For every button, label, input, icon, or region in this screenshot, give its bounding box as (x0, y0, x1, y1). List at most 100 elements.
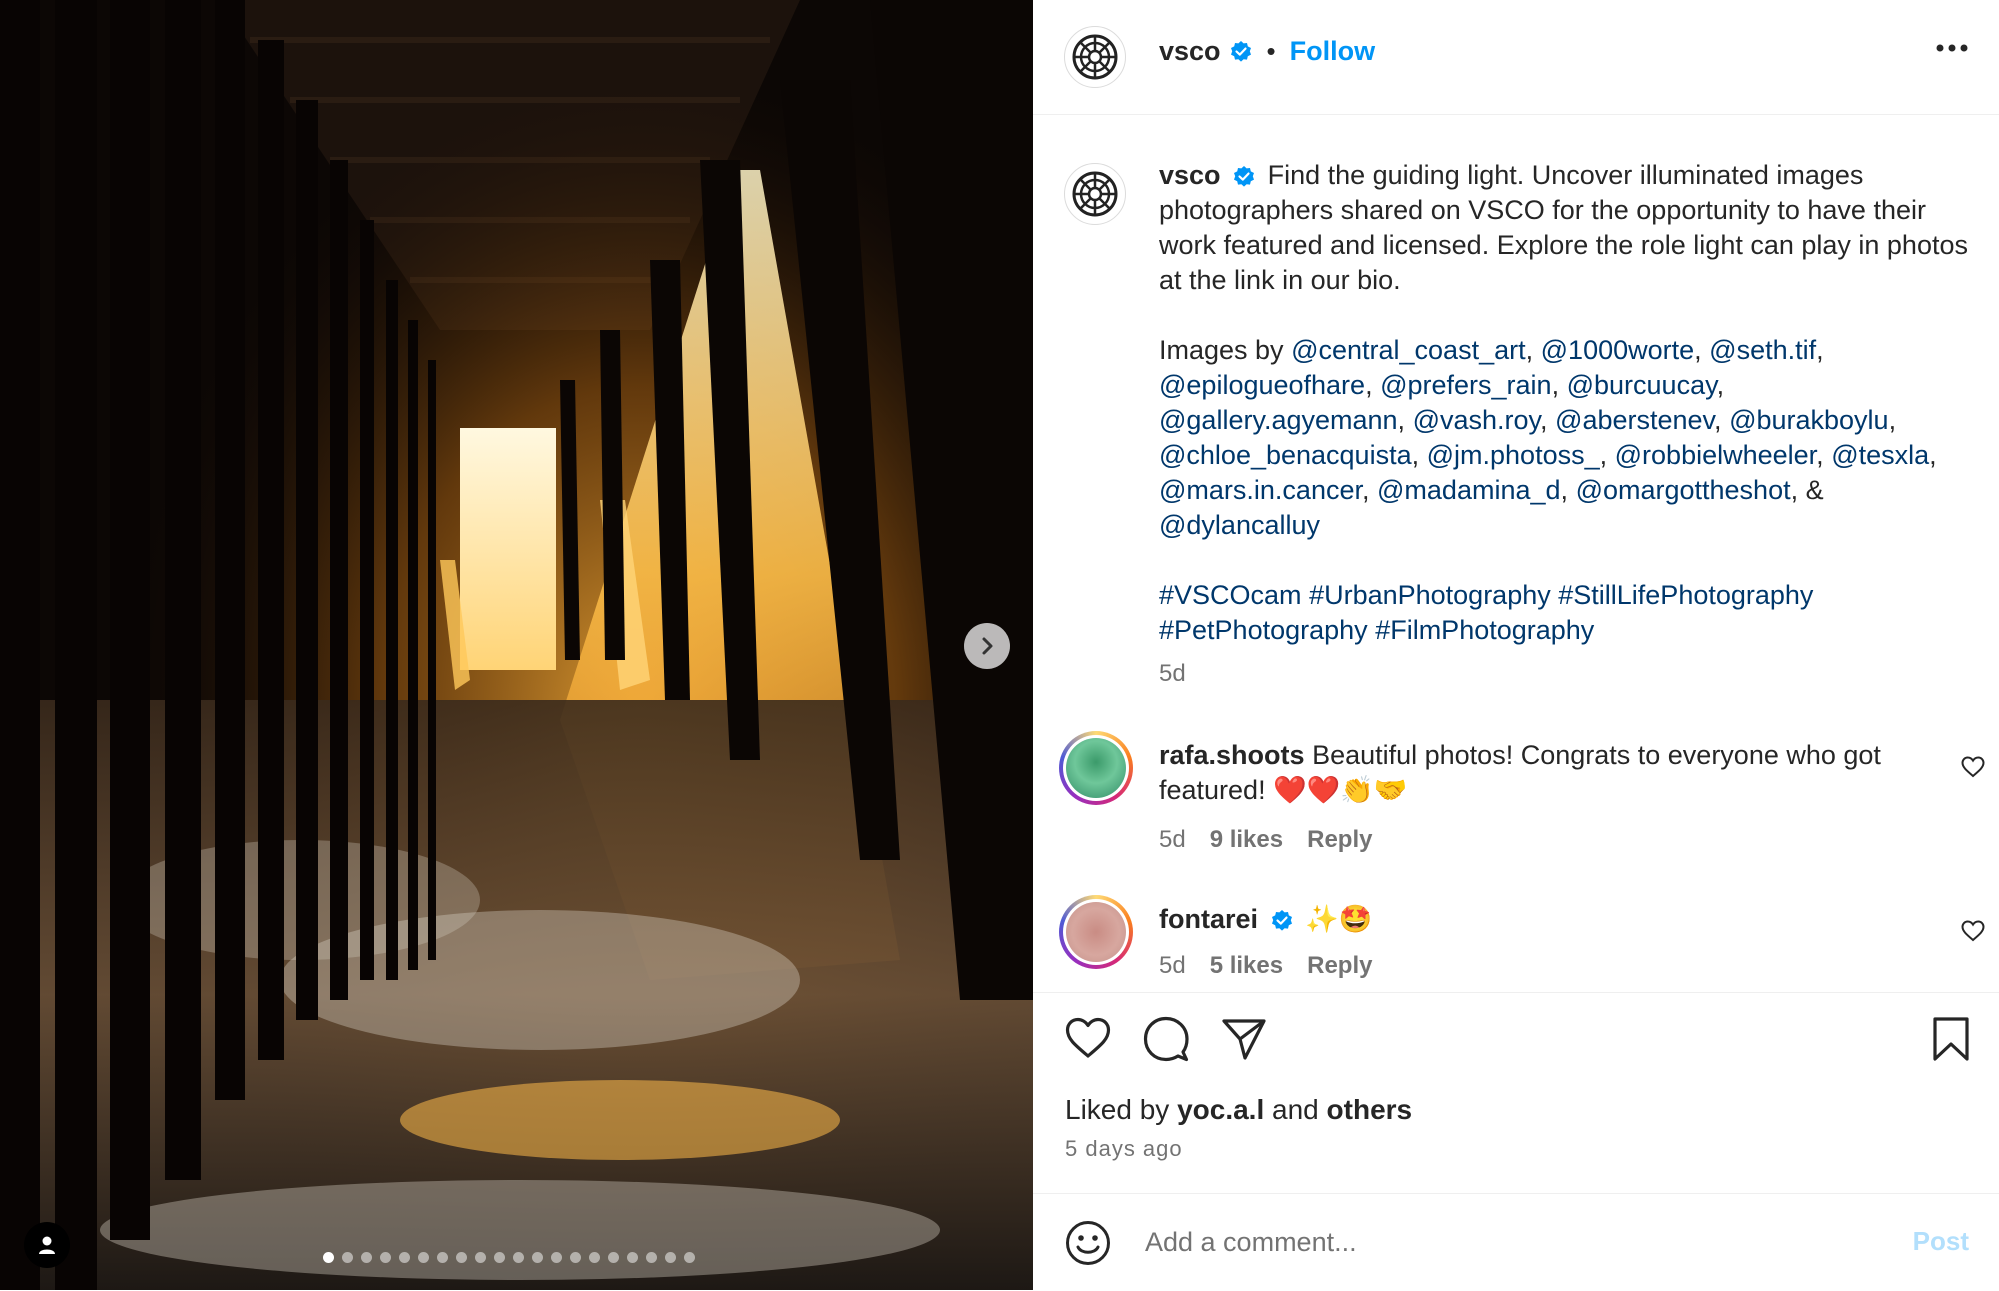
carousel-dot (570, 1252, 581, 1263)
carousel-dot (323, 1252, 334, 1263)
mention-link[interactable]: @burakboylu (1729, 405, 1889, 435)
mention-link[interactable]: @vash.roy (1413, 405, 1540, 435)
author-username[interactable]: vsco (1159, 36, 1221, 67)
mention-link[interactable]: @chloe_benacquista (1159, 440, 1412, 470)
more-icon (1936, 44, 1968, 52)
carousel-dot (551, 1252, 562, 1263)
carousel-dot (380, 1252, 391, 1263)
mention-link[interactable]: @tesxla (1831, 440, 1929, 470)
mention-link[interactable]: @1000worte (1541, 335, 1695, 365)
post-comment-button[interactable]: Post (1913, 1226, 1969, 1257)
comment-likes[interactable]: 5 likes (1210, 952, 1283, 980)
liked-by: Liked by yoc.a.l and others (1065, 1094, 1412, 1126)
carousel-dot (456, 1252, 467, 1263)
reply-button[interactable]: Reply (1307, 952, 1372, 980)
comment-likes[interactable]: 9 likes (1210, 826, 1283, 854)
carousel-dot (513, 1252, 524, 1263)
comment-avatar[interactable] (1059, 731, 1133, 805)
comment-button[interactable] (1143, 1016, 1189, 1067)
hashtag-link[interactable]: #FilmPhotography (1375, 615, 1594, 645)
carousel-dot (494, 1252, 505, 1263)
mention-link[interactable]: @dylancalluy (1159, 510, 1320, 540)
mention-link[interactable]: @epilogueofhare (1159, 370, 1365, 400)
more-options-button[interactable] (1935, 40, 1969, 58)
mention-link[interactable]: @robbielwheeler (1615, 440, 1817, 470)
user-tag-button[interactable] (24, 1222, 70, 1268)
liked-by-user[interactable]: yoc.a.l (1177, 1094, 1264, 1125)
carousel-dot (361, 1252, 372, 1263)
verified-icon (1230, 40, 1251, 62)
mention-link[interactable]: @madamina_d (1377, 475, 1561, 505)
post-caption: vsco Find the guiding light. Uncover ill… (1159, 158, 1969, 691)
liked-by-conj: and (1272, 1094, 1319, 1125)
like-comment-button[interactable] (1961, 756, 1985, 783)
comment-body: ✨🤩 (1305, 904, 1373, 934)
mention-link[interactable]: @jm.photoss_ (1427, 440, 1600, 470)
share-icon (1222, 1019, 1266, 1060)
mention-link[interactable]: @seth.tif (1709, 335, 1816, 365)
follow-button[interactable]: Follow (1290, 36, 1375, 67)
carousel-dot (342, 1252, 353, 1263)
share-button[interactable] (1221, 1016, 1267, 1067)
emoji-button[interactable] (1065, 1220, 1111, 1271)
comment-meta: 5d 9 likes Reply (1159, 826, 1372, 854)
caption-avatar[interactable] (1064, 163, 1126, 225)
hashtag-link[interactable]: #VSCOcam (1159, 580, 1302, 610)
heart-icon (1961, 920, 1985, 942)
vsco-logo-icon (1072, 171, 1118, 217)
comment-age: 5d (1159, 826, 1186, 853)
pier-sunset-image (0, 0, 1033, 1290)
comment-icon (1143, 1016, 1189, 1062)
comment-username[interactable]: fontarei (1159, 904, 1258, 934)
hashtag-list: #VSCOcam #UrbanPhotography #StillLifePho… (1159, 578, 1969, 648)
post-photo[interactable] (0, 0, 1033, 1290)
avatar (1066, 902, 1126, 962)
emoji-icon (1066, 1221, 1110, 1265)
save-button[interactable] (1931, 1016, 1971, 1067)
reply-button[interactable]: Reply (1307, 826, 1372, 854)
mention-link[interactable]: @prefers_rain (1380, 370, 1551, 400)
header-separator: • (1266, 36, 1276, 66)
comment-avatar[interactable] (1059, 895, 1133, 969)
carousel-dot (475, 1252, 486, 1263)
add-comment-bar: Post (1033, 1193, 1999, 1291)
image-credits: Images by @central_coast_art, @1000worte… (1159, 335, 1937, 540)
avatar (1066, 738, 1126, 798)
liked-by-prefix: Liked by (1065, 1094, 1170, 1125)
like-comment-button[interactable] (1961, 920, 1985, 947)
comment-meta: 5d 5 likes Reply (1159, 952, 1372, 980)
liked-by-others[interactable]: others (1327, 1094, 1413, 1125)
heart-icon (1065, 1017, 1111, 1058)
caption-username[interactable]: vsco (1159, 160, 1221, 190)
heart-icon (1961, 756, 1985, 778)
chevron-right-icon (982, 637, 993, 655)
mention-link[interactable]: @central_coast_art (1291, 335, 1526, 365)
ampersand: & (1805, 475, 1824, 505)
mention-link[interactable]: @gallery.agyemann (1159, 405, 1398, 435)
carousel-dot (665, 1252, 676, 1263)
like-button[interactable] (1065, 1017, 1111, 1064)
caption-age: 5d (1159, 660, 1186, 687)
hashtag-link[interactable]: #PetPhotography (1159, 615, 1368, 645)
comment-username[interactable]: rafa.shoots (1159, 740, 1305, 770)
hashtag-link[interactable]: #UrbanPhotography (1309, 580, 1551, 610)
carousel-dot (646, 1252, 657, 1263)
carousel-indicator (323, 1252, 695, 1263)
mention-link[interactable]: @aberstenev (1555, 405, 1714, 435)
carousel-dot (437, 1252, 448, 1263)
mention-link[interactable]: @omargottheshot (1576, 475, 1791, 505)
next-slide-button[interactable] (964, 623, 1010, 669)
avatar[interactable] (1064, 26, 1126, 88)
mention-link[interactable]: @mars.in.cancer (1159, 475, 1362, 505)
post-header: vsco • Follow (1033, 0, 1999, 115)
post-side-panel: vsco • Follow vsco Find the guiding ligh… (1033, 0, 1999, 1290)
carousel-dot (627, 1252, 638, 1263)
comment-input[interactable] (1143, 1218, 1847, 1266)
hashtag-link[interactable]: #StillLifePhotography (1558, 580, 1813, 610)
mention-link[interactable]: @burcuucay (1567, 370, 1717, 400)
carousel-dot (532, 1252, 543, 1263)
carousel-dot (399, 1252, 410, 1263)
carousel-dot (418, 1252, 429, 1263)
post-timestamp[interactable]: 5 days ago (1065, 1136, 1183, 1162)
carousel-dot (608, 1252, 619, 1263)
